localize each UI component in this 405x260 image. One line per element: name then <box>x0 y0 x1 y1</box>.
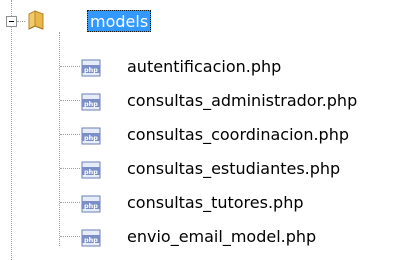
file-label: consultas_tutores.php <box>127 193 304 212</box>
file-label: envio_email_model.php <box>127 227 317 246</box>
tree-connector <box>60 202 80 203</box>
php-file-icon: php <box>81 127 101 145</box>
file-item[interactable]: php consultas_estudiantes.php <box>60 154 400 184</box>
file-label: consultas_estudiantes.php <box>127 159 341 178</box>
tree-connector <box>60 100 80 101</box>
file-label: consultas_administrador.php <box>127 91 358 110</box>
tree-connector <box>60 66 80 67</box>
php-file-icon: php <box>81 229 101 247</box>
file-tree: models php autentificacion.php php consu… <box>0 0 405 260</box>
tree-connector <box>60 134 80 135</box>
svg-text:php: php <box>84 134 98 142</box>
svg-text:php: php <box>84 66 98 74</box>
file-item[interactable]: php envio_email_model.php <box>60 222 400 252</box>
file-label: consultas_coordinacion.php <box>127 125 349 144</box>
folder-label-models[interactable]: models <box>87 10 152 32</box>
tree-connector <box>60 236 80 237</box>
php-file-icon: php <box>81 59 101 77</box>
collapse-toggle[interactable] <box>6 16 17 27</box>
tree-connector <box>17 21 25 22</box>
svg-text:php: php <box>84 202 98 210</box>
php-file-icon: php <box>81 195 101 213</box>
file-item[interactable]: php autentificacion.php <box>60 52 400 82</box>
tree-connector <box>60 168 80 169</box>
file-label: autentificacion.php <box>127 57 282 76</box>
svg-text:php: php <box>84 236 98 244</box>
file-item[interactable]: php consultas_coordinacion.php <box>60 120 400 150</box>
file-item[interactable]: php consultas_tutores.php <box>60 188 400 218</box>
php-file-icon: php <box>81 93 101 111</box>
php-file-icon: php <box>81 161 101 179</box>
svg-text:php: php <box>84 168 98 176</box>
file-item[interactable]: php consultas_administrador.php <box>60 86 400 116</box>
svg-text:php: php <box>84 100 98 108</box>
tree-guide-line <box>11 0 12 260</box>
folder-icon <box>28 10 44 30</box>
